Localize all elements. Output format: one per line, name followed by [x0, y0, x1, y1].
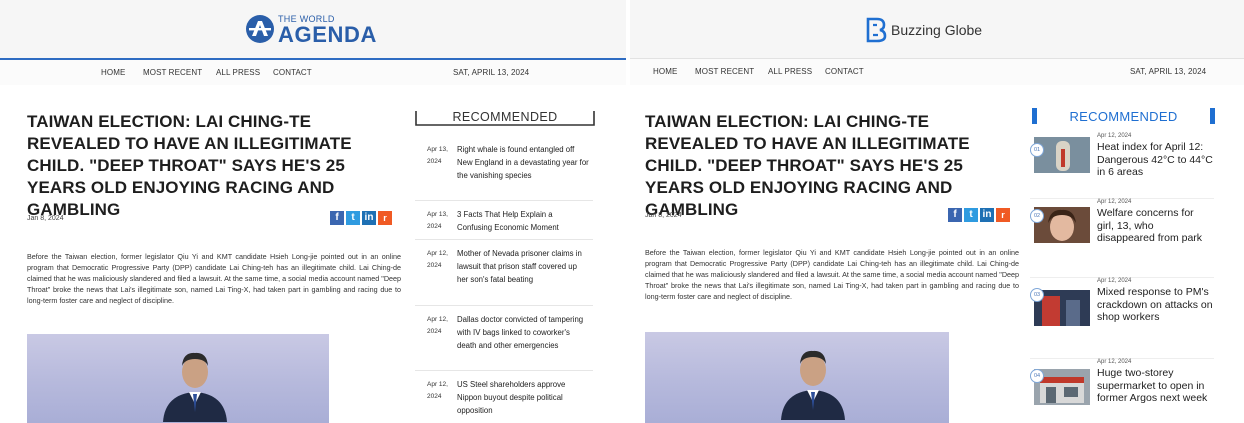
- site-header: THE WORLD AGENDA: [0, 0, 626, 58]
- article-photo: [645, 332, 949, 423]
- site-logo[interactable]: Buzzing Globe: [865, 17, 995, 45]
- item-number: 03: [1030, 288, 1044, 302]
- recommended-item[interactable]: 01 Apr 12, 2024 Heat index for April 12:…: [1030, 133, 1214, 185]
- share-buttons: f t in r: [330, 211, 392, 225]
- item-number: 02: [1030, 209, 1044, 223]
- recommended-item[interactable]: Apr 13, 2024 3 Facts That Help Explain a…: [415, 202, 593, 240]
- speaker-photo: [163, 352, 227, 422]
- recommended-item[interactable]: Apr 12, 2024 Dallas doctor convicted of …: [415, 307, 593, 371]
- nav-contact[interactable]: CONTACT: [825, 67, 864, 76]
- item-date: Apr 12, 2024: [1097, 359, 1132, 365]
- nav-most-recent[interactable]: MOST RECENT: [143, 68, 202, 77]
- recommended-item[interactable]: Apr 12, 2024 US Steel shareholders appro…: [415, 372, 593, 423]
- item-title[interactable]: Mixed response to PM's crackdown on atta…: [1097, 286, 1213, 324]
- recommended-item[interactable]: 03 Apr 12, 2024 Mixed response to PM's c…: [1030, 277, 1214, 341]
- article-date: Jan 8, 2024: [645, 212, 682, 219]
- recommended-title: RECOMMENDED: [1069, 109, 1178, 124]
- item-year: 2024: [427, 262, 442, 269]
- recommended-header: RECOMMENDED: [415, 110, 595, 126]
- nav-all-press[interactable]: ALL PRESS: [768, 67, 812, 76]
- site-logo[interactable]: THE WORLD AGENDA: [245, 12, 385, 50]
- article-photo: [27, 334, 329, 423]
- logo-big-text: AGENDA: [278, 22, 377, 47]
- recommended-item[interactable]: Apr 13, 2024 Right whale is found entang…: [415, 138, 593, 201]
- reddit-icon[interactable]: r: [378, 211, 392, 225]
- nav-most-recent[interactable]: MOST RECENT: [695, 67, 754, 76]
- item-title[interactable]: US Steel shareholders approve Nippon buy…: [457, 378, 589, 417]
- article-body: Before the Taiwan election, former legis…: [645, 248, 1019, 301]
- item-date: Apr 12, 2024: [1097, 199, 1132, 205]
- item-title[interactable]: Welfare concerns for girl, 13, who disap…: [1097, 207, 1213, 245]
- item-number: 04: [1030, 369, 1044, 383]
- item-title[interactable]: 3 Facts That Help Explain a Confusing Ec…: [457, 208, 589, 234]
- article-date: Jan 8, 2024: [27, 215, 64, 222]
- world-agenda-page: THE WORLD AGENDA HOME MOST RECENT ALL PR…: [0, 0, 626, 423]
- item-thumbnail[interactable]: [1034, 137, 1090, 173]
- nav-bar: HOME MOST RECENT ALL PRESS CONTACT SAT, …: [0, 58, 626, 85]
- article-headline: TAIWAN ELECTION: LAI CHING-TE REVEALED T…: [645, 112, 970, 219]
- facebook-icon[interactable]: f: [948, 208, 962, 222]
- item-title[interactable]: Mother of Nevada prisoner claims in laws…: [457, 247, 589, 286]
- item-date: Apr 12, 2024: [1097, 133, 1132, 139]
- item-title[interactable]: Dallas doctor convicted of tampering wit…: [457, 313, 589, 352]
- recommended-item[interactable]: 02 Apr 12, 2024 Welfare concerns for gir…: [1030, 198, 1214, 260]
- recommended-title: RECOMMENDED: [452, 110, 558, 124]
- globe-emblem-icon: [246, 15, 274, 43]
- reddit-icon[interactable]: r: [996, 208, 1010, 222]
- buzzing-globe-b-icon: [866, 17, 887, 43]
- item-number: 01: [1030, 143, 1044, 157]
- article-body: Before the Taiwan election, former legis…: [27, 252, 401, 305]
- twitter-icon[interactable]: t: [346, 211, 360, 225]
- nav-date: SAT, APRIL 13, 2024: [1130, 67, 1207, 76]
- recommended-item[interactable]: Apr 12, 2024 Mother of Nevada prisoner c…: [415, 241, 593, 306]
- item-title[interactable]: Right whale is found entangled off New E…: [457, 143, 589, 182]
- item-year: 2024: [427, 328, 442, 335]
- linkedin-icon[interactable]: in: [980, 208, 994, 222]
- item-title[interactable]: Heat index for April 12: Dangerous 42°C …: [1097, 141, 1213, 179]
- recommended-item[interactable]: 04 Apr 12, 2024 Huge two-storey supermar…: [1030, 358, 1214, 420]
- facebook-icon[interactable]: f: [330, 211, 344, 225]
- nav-all-press[interactable]: ALL PRESS: [216, 68, 260, 77]
- nav-home[interactable]: HOME: [101, 68, 125, 77]
- share-buttons: f t in r: [948, 208, 1010, 222]
- site-header: Buzzing Globe: [630, 0, 1244, 58]
- nav-date: SAT, APRIL 13, 2024: [453, 68, 530, 77]
- item-year: 2024: [427, 223, 442, 230]
- item-year: 2024: [427, 393, 442, 400]
- twitter-icon[interactable]: t: [964, 208, 978, 222]
- nav-bar: HOME MOST RECENT ALL PRESS CONTACT SAT, …: [630, 58, 1244, 85]
- linkedin-icon[interactable]: in: [362, 211, 376, 225]
- item-date: Apr 12, 2024: [1097, 278, 1132, 284]
- item-title[interactable]: Huge two-storey supermarket to open in f…: [1097, 367, 1213, 405]
- article-headline: TAIWAN ELECTION: LAI CHING-TE REVEALED T…: [27, 112, 352, 219]
- speaker-photo: [781, 350, 845, 420]
- recommended-header: RECOMMENDED: [1032, 108, 1215, 125]
- logo-text: Buzzing Globe: [891, 22, 983, 38]
- nav-contact[interactable]: CONTACT: [273, 68, 312, 77]
- nav-home[interactable]: HOME: [653, 67, 677, 76]
- item-year: 2024: [427, 158, 442, 165]
